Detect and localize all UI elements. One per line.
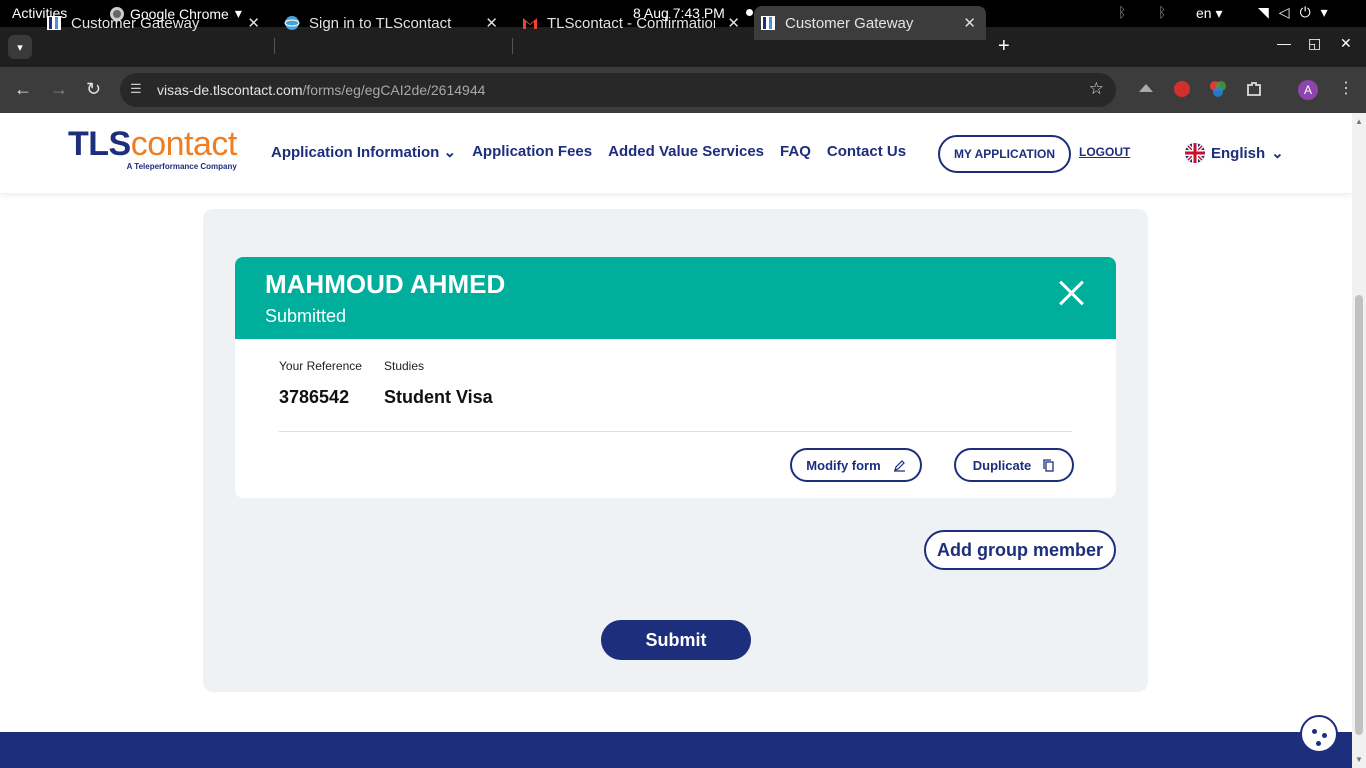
page-scrollbar[interactable]: ▲ ▼ [1352,113,1366,768]
system-status-menu[interactable]: ◥ ◁ ⏻ ▾ [1258,4,1328,21]
logout-link[interactable]: LOGOUT [1079,145,1130,159]
nav-application-information[interactable]: Application Information ⌄ [271,143,456,161]
tab-customer-gateway[interactable]: Customer Gateway ✕ [40,6,270,40]
menu-kebab-icon[interactable]: ⋮ [1338,78,1354,98]
close-icon[interactable]: ✕ [247,14,260,32]
puzzle-extensions-icon[interactable] [1245,80,1263,98]
my-application-button[interactable]: MY APPLICATION [938,135,1071,173]
submit-button[interactable]: Submit [601,620,751,660]
divider [279,431,1072,432]
close-window-icon[interactable]: ✕ [1340,35,1352,52]
logo-tagline: A Teleperformance Company [126,162,237,171]
reference-label: Your Reference [279,359,362,373]
copy-icon [1043,458,1054,472]
browser-toolbar: ← → ↻ ☰ visas-de.tlscontact.com/forms/eg… [0,67,1366,113]
url-text[interactable]: visas-de.tlscontact.com/forms/eg/egCAI2d… [157,82,485,98]
close-icon[interactable]: ✕ [963,14,976,32]
chevron-down-icon: ⌄ [443,144,457,161]
application-group-panel: MAHMOUD AHMED Submitted Your Reference 3… [203,209,1148,692]
language-selector[interactable]: English ⌄ [1185,143,1284,163]
new-tab-icon[interactable]: + [998,35,1010,58]
applicant-name: MAHMOUD AHMED [265,269,506,299]
visa-type-value: Student Visa [384,387,493,407]
power-icon: ⏻ [1299,4,1311,20]
tab-separator [274,38,275,54]
applicant-card-header: MAHMOUD AHMED Submitted [235,257,1116,339]
tab-separator [512,38,513,54]
keyboard-language[interactable]: en ▾ [1196,5,1223,22]
maximize-icon[interactable]: ◱ [1308,35,1321,52]
bluetooth-icon: ᛒ [1118,4,1127,20]
chevron-down-icon: ▾ [1320,4,1328,20]
site-header: TLScontact A Teleperformance Company App… [0,113,1352,193]
tls-globe-favicon-icon [284,16,300,30]
tab-title: Sign in to TLScontact [309,14,452,32]
applicant-card: MAHMOUD AHMED Submitted Your Reference 3… [235,257,1116,498]
tab-sign-in[interactable]: Sign in to TLScontact ✕ [278,6,508,40]
reload-icon[interactable]: ↻ [86,79,101,100]
main-nav: Application Information ⌄ Application Fe… [271,143,906,161]
extension-icon[interactable] [1173,80,1191,98]
color-extension-icon[interactable] [1209,80,1227,98]
tlscontact-logo[interactable]: TLScontact A Teleperformance Company [68,127,237,171]
back-icon[interactable]: ← [14,79,32,100]
chevron-down-icon: ⌄ [1271,145,1284,162]
bluetooth-icon: ᛒ [1158,4,1167,20]
tab-title: TLScontact - Confirmation [547,14,715,32]
profile-avatar[interactable]: A [1298,80,1318,100]
tls-favicon-icon [761,16,775,30]
minimize-icon[interactable]: — [1277,35,1291,51]
language-label: English [1211,144,1266,162]
web-page: TLScontact A Teleperformance Company App… [0,113,1352,768]
tab-title: Customer Gateway [785,14,914,32]
uk-flag-icon [1185,143,1205,163]
scroll-up-icon[interactable]: ▲ [1355,117,1363,126]
scrollbar-thumb[interactable] [1355,295,1363,735]
bookmark-star-icon[interactable]: ☆ [1089,79,1104,99]
volume-icon: ◁ [1278,4,1290,20]
cookie-settings-icon[interactable] [1300,715,1338,753]
forward-icon[interactable]: → [50,79,68,100]
nav-application-fees[interactable]: Application Fees [472,143,592,161]
tab-customer-gateway-active[interactable]: Customer Gateway ✕ [754,6,986,40]
tab-search-button[interactable]: ▾ [8,35,32,59]
modify-form-button[interactable]: Modify form [790,448,922,482]
reference-value: 3786542 [279,387,350,407]
tab-title: Customer Gateway [71,14,200,32]
close-icon[interactable] [1058,280,1084,306]
duplicate-button[interactable]: Duplicate [954,448,1074,482]
extension-icon[interactable] [1137,80,1155,98]
wifi-icon: ◥ [1258,4,1269,20]
nav-contact-us[interactable]: Contact Us [827,143,906,161]
purpose-label: Studies [384,359,425,373]
pencil-icon [893,459,905,472]
site-footer [0,732,1352,768]
gmail-icon [523,18,537,29]
add-group-member-button[interactable]: Add group member [924,530,1116,570]
tls-favicon-icon [47,16,61,30]
nav-added-value-services[interactable]: Added Value Services [608,143,764,161]
nav-faq[interactable]: FAQ [780,143,811,161]
scroll-down-icon[interactable]: ▼ [1355,755,1363,764]
applicant-status: Submitted [265,306,347,326]
close-icon[interactable]: ✕ [485,14,498,32]
address-bar[interactable]: ☰ visas-de.tlscontact.com/forms/eg/egCAI… [120,73,1116,107]
site-settings-icon[interactable]: ☰ [130,81,142,97]
tab-gmail-confirmation[interactable]: TLScontact - Confirmation ✕ [516,6,750,40]
close-icon[interactable]: ✕ [727,14,740,32]
